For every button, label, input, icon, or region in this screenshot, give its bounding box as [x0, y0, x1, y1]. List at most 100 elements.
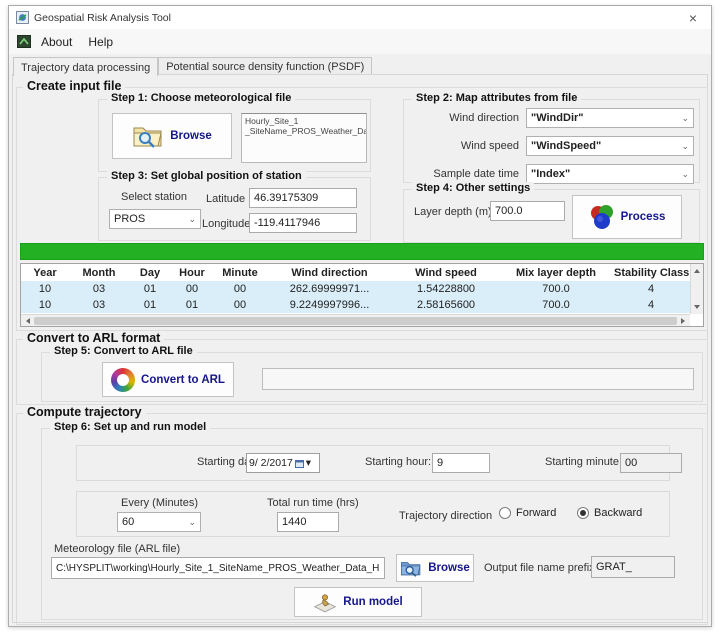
rainbow-ring-icon [111, 368, 135, 392]
horizontal-scrollbar[interactable] [21, 314, 690, 326]
menu-item-about[interactable]: About [33, 32, 80, 52]
chevron-down-icon: ⌄ [188, 517, 196, 528]
start-time-panel: Starting date: 9/ 2/2017 ▾ Starting hour… [76, 445, 670, 481]
starting-minute-input[interactable] [620, 453, 682, 473]
col-wind-speed[interactable]: Wind speed [392, 264, 500, 281]
col-wind-direction[interactable]: Wind direction [267, 264, 392, 281]
select-station-label: Select station [121, 191, 187, 203]
total-run-time-input[interactable] [277, 512, 339, 532]
vertical-scrollbar[interactable] [690, 264, 703, 314]
step1-group: Step 1: Choose meteorological file Brows… [98, 99, 371, 172]
longitude-input[interactable] [249, 213, 357, 233]
wind-speed-label: Wind speed [444, 140, 519, 152]
menu-logo-icon [17, 35, 31, 48]
tab-psdf[interactable]: Potential source density function (PSDF) [158, 57, 372, 75]
starting-date-picker[interactable]: 9/ 2/2017 ▾ [246, 453, 320, 473]
met-arl-file-label: Meteorology file (ARL file) [54, 543, 180, 555]
backward-radio-label: Backward [594, 507, 642, 519]
scroll-down-icon[interactable] [694, 305, 700, 312]
app-icon [16, 11, 29, 24]
cell: 00 [213, 297, 267, 313]
scrollbar-thumb[interactable] [34, 317, 677, 325]
met-arl-file-input[interactable] [51, 557, 385, 579]
wind-direction-combobox[interactable]: "WindDir" ⌄ [526, 108, 694, 128]
col-day[interactable]: Day [129, 264, 171, 281]
process-button[interactable]: Process [572, 195, 682, 239]
run-model-button[interactable]: Run model [294, 587, 422, 617]
chevron-down-icon: ⌄ [681, 141, 689, 152]
chevron-down-icon: ⌄ [188, 214, 196, 225]
cell: 1.54228800 [392, 281, 500, 297]
convert-arl-label: Convert to ARL [141, 374, 225, 386]
step6-title: Step 6: Set up and run model [50, 421, 210, 433]
latitude-input[interactable] [249, 188, 357, 208]
title-bar: Geospatial Risk Analysis Tool × [9, 6, 711, 29]
folder-search-icon [400, 559, 422, 577]
col-month[interactable]: Month [69, 264, 129, 281]
menu-item-help[interactable]: Help [80, 32, 121, 52]
cell: 4 [612, 281, 690, 297]
col-year[interactable]: Year [21, 264, 69, 281]
col-hour[interactable]: Hour [171, 264, 213, 281]
met-file-name-line2: _SiteName_PROS_Weather_Data.csv [245, 126, 363, 136]
cell: 03 [69, 281, 129, 297]
output-prefix-input[interactable] [591, 556, 675, 578]
every-minutes-label: Every (Minutes) [121, 497, 198, 509]
cell: 2.58165600 [392, 297, 500, 313]
cell: 03 [69, 297, 129, 313]
scroll-right-icon[interactable] [681, 318, 688, 324]
cell: 01 [171, 297, 213, 313]
table-row[interactable]: 10 03 01 01 00 9.2249997996... 2.5816560… [21, 297, 703, 313]
col-stability-class[interactable]: Stability Class [612, 264, 690, 281]
tab-trajectory-data-processing[interactable]: Trajectory data processing [13, 57, 158, 76]
step5-title: Step 5: Convert to ARL file [50, 345, 197, 357]
cell: 9.2249997996... [267, 297, 392, 313]
run-settings-panel: Every (Minutes) 60 ⌄ Total run time (hrs… [76, 491, 670, 537]
starting-minute-label: Starting minute: [545, 456, 622, 468]
app-window: Geospatial Risk Analysis Tool × About He… [8, 5, 712, 627]
forward-radio[interactable]: Forward [499, 507, 556, 519]
cell: 4 [612, 297, 690, 313]
cell: 10 [21, 297, 69, 313]
scroll-up-icon[interactable] [694, 266, 700, 273]
col-mix-layer-depth[interactable]: Mix layer depth [500, 264, 612, 281]
wind-direction-value: "WindDir" [531, 112, 678, 124]
every-minutes-combobox[interactable]: 60 ⌄ [117, 512, 201, 532]
latitude-label: Latitude [206, 193, 245, 205]
starting-hour-input[interactable] [432, 453, 490, 473]
sample-date-time-combobox[interactable]: "Index" ⌄ [526, 164, 694, 184]
run-model-label: Run model [343, 596, 402, 608]
calendar-icon [295, 459, 304, 468]
wind-speed-combobox[interactable]: "WindSpeed" ⌄ [526, 136, 694, 156]
menu-bar: About Help [9, 29, 711, 54]
chevron-down-icon: ⌄ [681, 169, 689, 180]
compute-trajectory-group: Compute trajectory Step 6: Set up and ru… [16, 413, 708, 625]
station-combobox[interactable]: PROS ⌄ [109, 209, 201, 229]
met-file-name: Hourly_Site_1 _SiteName_PROS_Weather_Dat… [241, 113, 367, 163]
scroll-left-icon[interactable] [23, 318, 30, 324]
forward-radio-label: Forward [516, 507, 556, 519]
convert-arl-button[interactable]: Convert to ARL [102, 362, 234, 397]
cell: 01 [129, 281, 171, 297]
sample-date-time-label: Sample date time [424, 168, 519, 180]
sample-date-time-value: "Index" [531, 168, 678, 180]
radio-selected-icon [577, 507, 589, 519]
process-progressbar [20, 243, 704, 260]
close-icon[interactable]: × [682, 10, 704, 26]
step1-title: Step 1: Choose meteorological file [107, 92, 295, 104]
window-title: Geospatial Risk Analysis Tool [34, 12, 682, 24]
layer-depth-input[interactable] [490, 201, 565, 221]
browse-arl-button[interactable]: Browse [396, 554, 474, 582]
step4-title: Step 4: Other settings [412, 182, 534, 194]
browse-met-file-button[interactable]: Browse [112, 113, 232, 159]
table-row[interactable]: 10 03 01 00 00 262.69999971... 1.5422880… [21, 281, 703, 297]
backward-radio[interactable]: Backward [577, 507, 642, 519]
tab-strip: Trajectory data processing Potential sou… [9, 54, 711, 75]
col-minute[interactable]: Minute [213, 264, 267, 281]
step5-group: Step 5: Convert to ARL file Convert to A… [41, 352, 703, 402]
cell: 262.69999971... [267, 281, 392, 297]
trajectory-direction-label: Trajectory direction [399, 510, 492, 522]
step2-title: Step 2: Map attributes from file [412, 92, 581, 104]
folder-search-icon [132, 123, 164, 149]
step6-group: Step 6: Set up and run model Starting da… [41, 428, 703, 620]
